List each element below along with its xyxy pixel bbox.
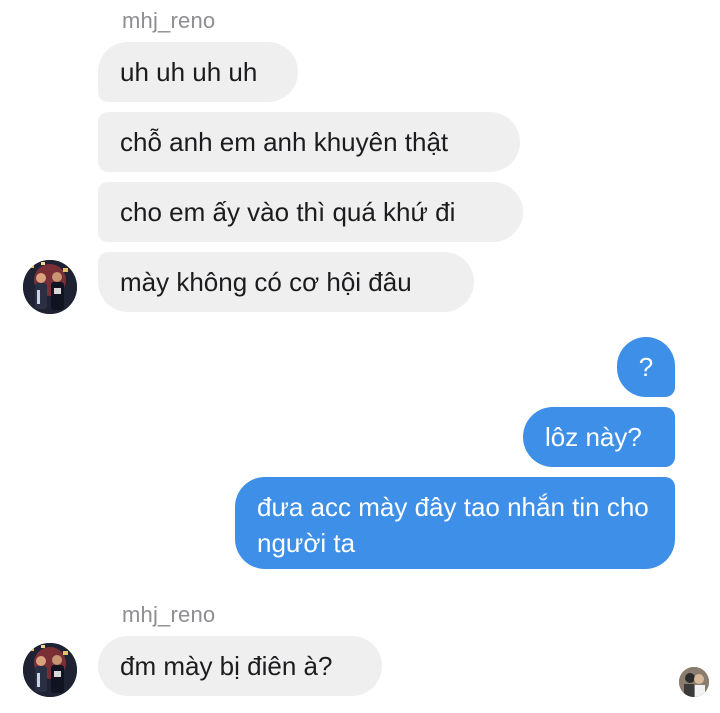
- sender-name: mhj_reno: [122, 602, 216, 627]
- incoming-message[interactable]: đm mày bị điên à?: [98, 636, 382, 696]
- contact-avatar-icon[interactable]: [23, 643, 77, 697]
- outgoing-message[interactable]: lôz này?: [523, 407, 675, 467]
- incoming-message[interactable]: chỗ anh em anh khuyên thật: [98, 112, 520, 172]
- contact-avatar-icon[interactable]: [23, 260, 77, 314]
- incoming-message[interactable]: cho em ấy vào thì quá khứ đi: [98, 182, 523, 242]
- incoming-message[interactable]: uh uh uh uh: [98, 42, 298, 102]
- outgoing-message[interactable]: đưa acc mày đây tao nhắn tin cho người t…: [235, 477, 675, 569]
- sender-name: mhj_reno: [122, 8, 216, 33]
- outgoing-message[interactable]: ?: [617, 337, 675, 397]
- incoming-message[interactable]: mày không có cơ hội đâu: [98, 252, 474, 312]
- seen-receipt-avatar-icon: [679, 667, 709, 697]
